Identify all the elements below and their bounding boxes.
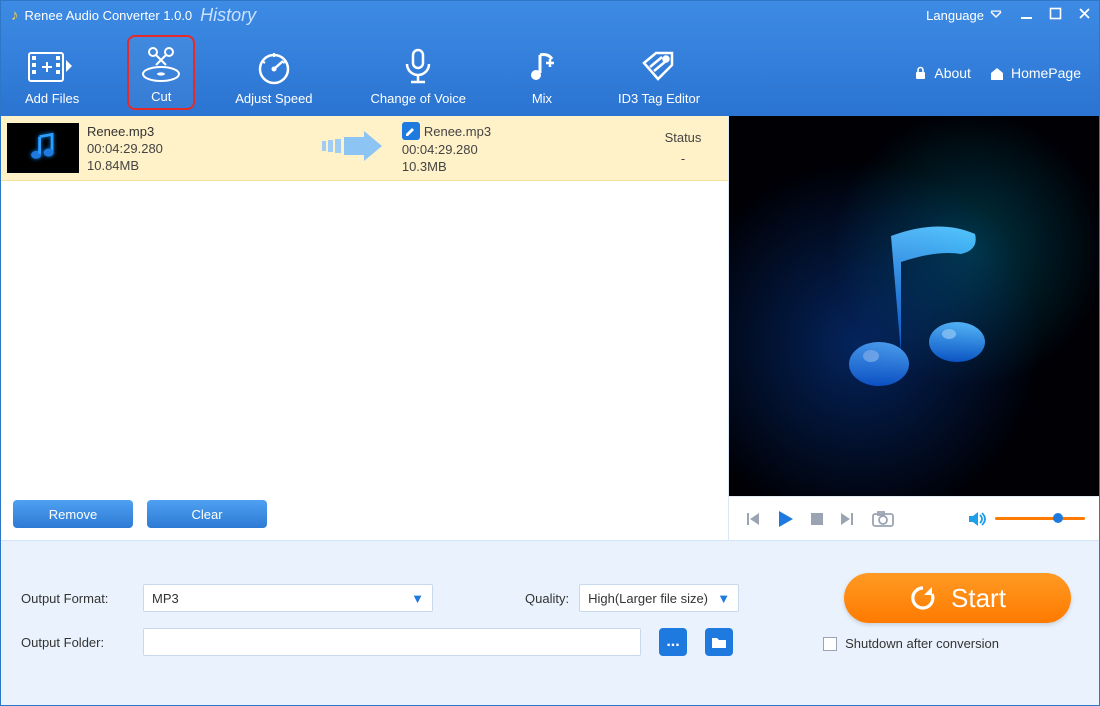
toolbar-adjust-speed[interactable]: Adjust Speed (225, 35, 322, 110)
language-label: Language (926, 8, 984, 23)
output-folder-input[interactable] (143, 628, 641, 656)
quality-label: Quality: (525, 591, 569, 606)
clear-label: Clear (191, 507, 222, 522)
toolbar-id3-editor[interactable]: ID3 Tag Editor (608, 35, 710, 110)
browse-button[interactable]: ... (659, 628, 687, 656)
preview-panel (729, 116, 1099, 540)
status-header: Status (648, 130, 718, 145)
app-title: Renee Audio Converter 1.0.0 (25, 8, 193, 23)
open-folder-button[interactable] (705, 628, 733, 656)
conversion-arrow-icon (320, 129, 384, 168)
status-value: - (648, 151, 718, 166)
homepage-label: HomePage (1011, 65, 1081, 81)
mix-icon (524, 47, 560, 87)
toolbar-label: ID3 Tag Editor (618, 91, 700, 106)
app-logo-icon: ♪ (11, 7, 19, 24)
about-link[interactable]: About (913, 65, 971, 81)
output-folder-label: Output Folder: (21, 635, 131, 650)
play-button[interactable] (775, 509, 795, 529)
toolbar-label: Mix (532, 91, 552, 106)
chevron-down-icon (990, 10, 1002, 20)
start-label: Start (951, 583, 1006, 614)
toolbar-label: Add Files (25, 91, 79, 106)
main-toolbar: Add Files Cut (1, 29, 1099, 116)
toolbar-label: Adjust Speed (235, 91, 312, 106)
refresh-icon (909, 584, 937, 612)
toolbar-label: Change of Voice (371, 91, 466, 106)
preview-area (729, 116, 1099, 496)
clear-button[interactable]: Clear (147, 500, 267, 528)
window-minimize-button[interactable] (1020, 7, 1033, 23)
chevron-down-icon: ▼ (411, 591, 424, 606)
volume-slider[interactable] (995, 517, 1085, 520)
shutdown-label: Shutdown after conversion (845, 636, 999, 651)
file-list-panel: Renee.mp3 00:04:29.280 10.84MB R (1, 116, 729, 540)
film-add-icon (28, 47, 76, 87)
scissors-disc-icon (139, 45, 183, 85)
output-format-dropdown[interactable]: MP3 ▼ (143, 584, 433, 612)
home-icon (989, 66, 1005, 81)
file-duration-out: 00:04:29.280 (402, 142, 491, 157)
remove-label: Remove (49, 507, 97, 522)
file-name-in: Renee.mp3 (87, 124, 163, 139)
toolbar-label: Cut (151, 89, 171, 104)
output-settings-panel: Output Format: MP3 ▼ Quality: High(Large… (1, 540, 1099, 705)
volume-icon[interactable] (967, 510, 987, 528)
toolbar-add-files[interactable]: Add Files (15, 35, 89, 110)
browse-label: ... (666, 633, 679, 651)
about-label: About (934, 65, 971, 81)
gauge-icon (254, 47, 294, 87)
microphone-icon (401, 47, 435, 87)
previous-button[interactable] (743, 510, 761, 528)
chevron-down-icon: ▼ (717, 591, 730, 606)
file-duration-in: 00:04:29.280 (87, 141, 163, 156)
file-name-out: Renee.mp3 (424, 124, 491, 139)
toolbar-change-voice[interactable]: Change of Voice (361, 35, 476, 110)
tag-icon (640, 47, 678, 87)
output-format-label: Output Format: (21, 591, 131, 606)
stop-button[interactable] (809, 511, 825, 527)
window-maximize-button[interactable] (1049, 7, 1062, 23)
edit-output-icon[interactable] (402, 122, 420, 140)
output-format-value: MP3 (152, 591, 179, 606)
checkbox-box (823, 637, 837, 651)
remove-button[interactable]: Remove (13, 500, 133, 528)
file-size-out: 10.3MB (402, 159, 491, 174)
title-bar: ♪ Renee Audio Converter 1.0.0 History La… (1, 1, 1099, 29)
folder-icon (711, 635, 727, 649)
file-size-in: 10.84MB (87, 158, 163, 173)
file-row[interactable]: Renee.mp3 00:04:29.280 10.84MB R (1, 116, 728, 181)
window-close-button[interactable] (1078, 7, 1091, 23)
toolbar-mix[interactable]: Mix (514, 35, 570, 110)
quality-dropdown[interactable]: High(Larger file size) ▼ (579, 584, 739, 612)
player-controls (729, 496, 1099, 540)
history-link[interactable]: History (200, 5, 256, 26)
shutdown-checkbox[interactable]: Shutdown after conversion (823, 636, 999, 651)
next-button[interactable] (839, 510, 857, 528)
file-thumbnail (7, 123, 79, 173)
start-button[interactable]: Start (844, 573, 1071, 623)
snapshot-button[interactable] (871, 510, 895, 528)
lock-icon (913, 66, 928, 81)
language-menu[interactable]: Language (926, 8, 1002, 23)
homepage-link[interactable]: HomePage (989, 65, 1081, 81)
quality-value: High(Larger file size) (588, 591, 708, 606)
toolbar-cut[interactable]: Cut (127, 35, 195, 110)
